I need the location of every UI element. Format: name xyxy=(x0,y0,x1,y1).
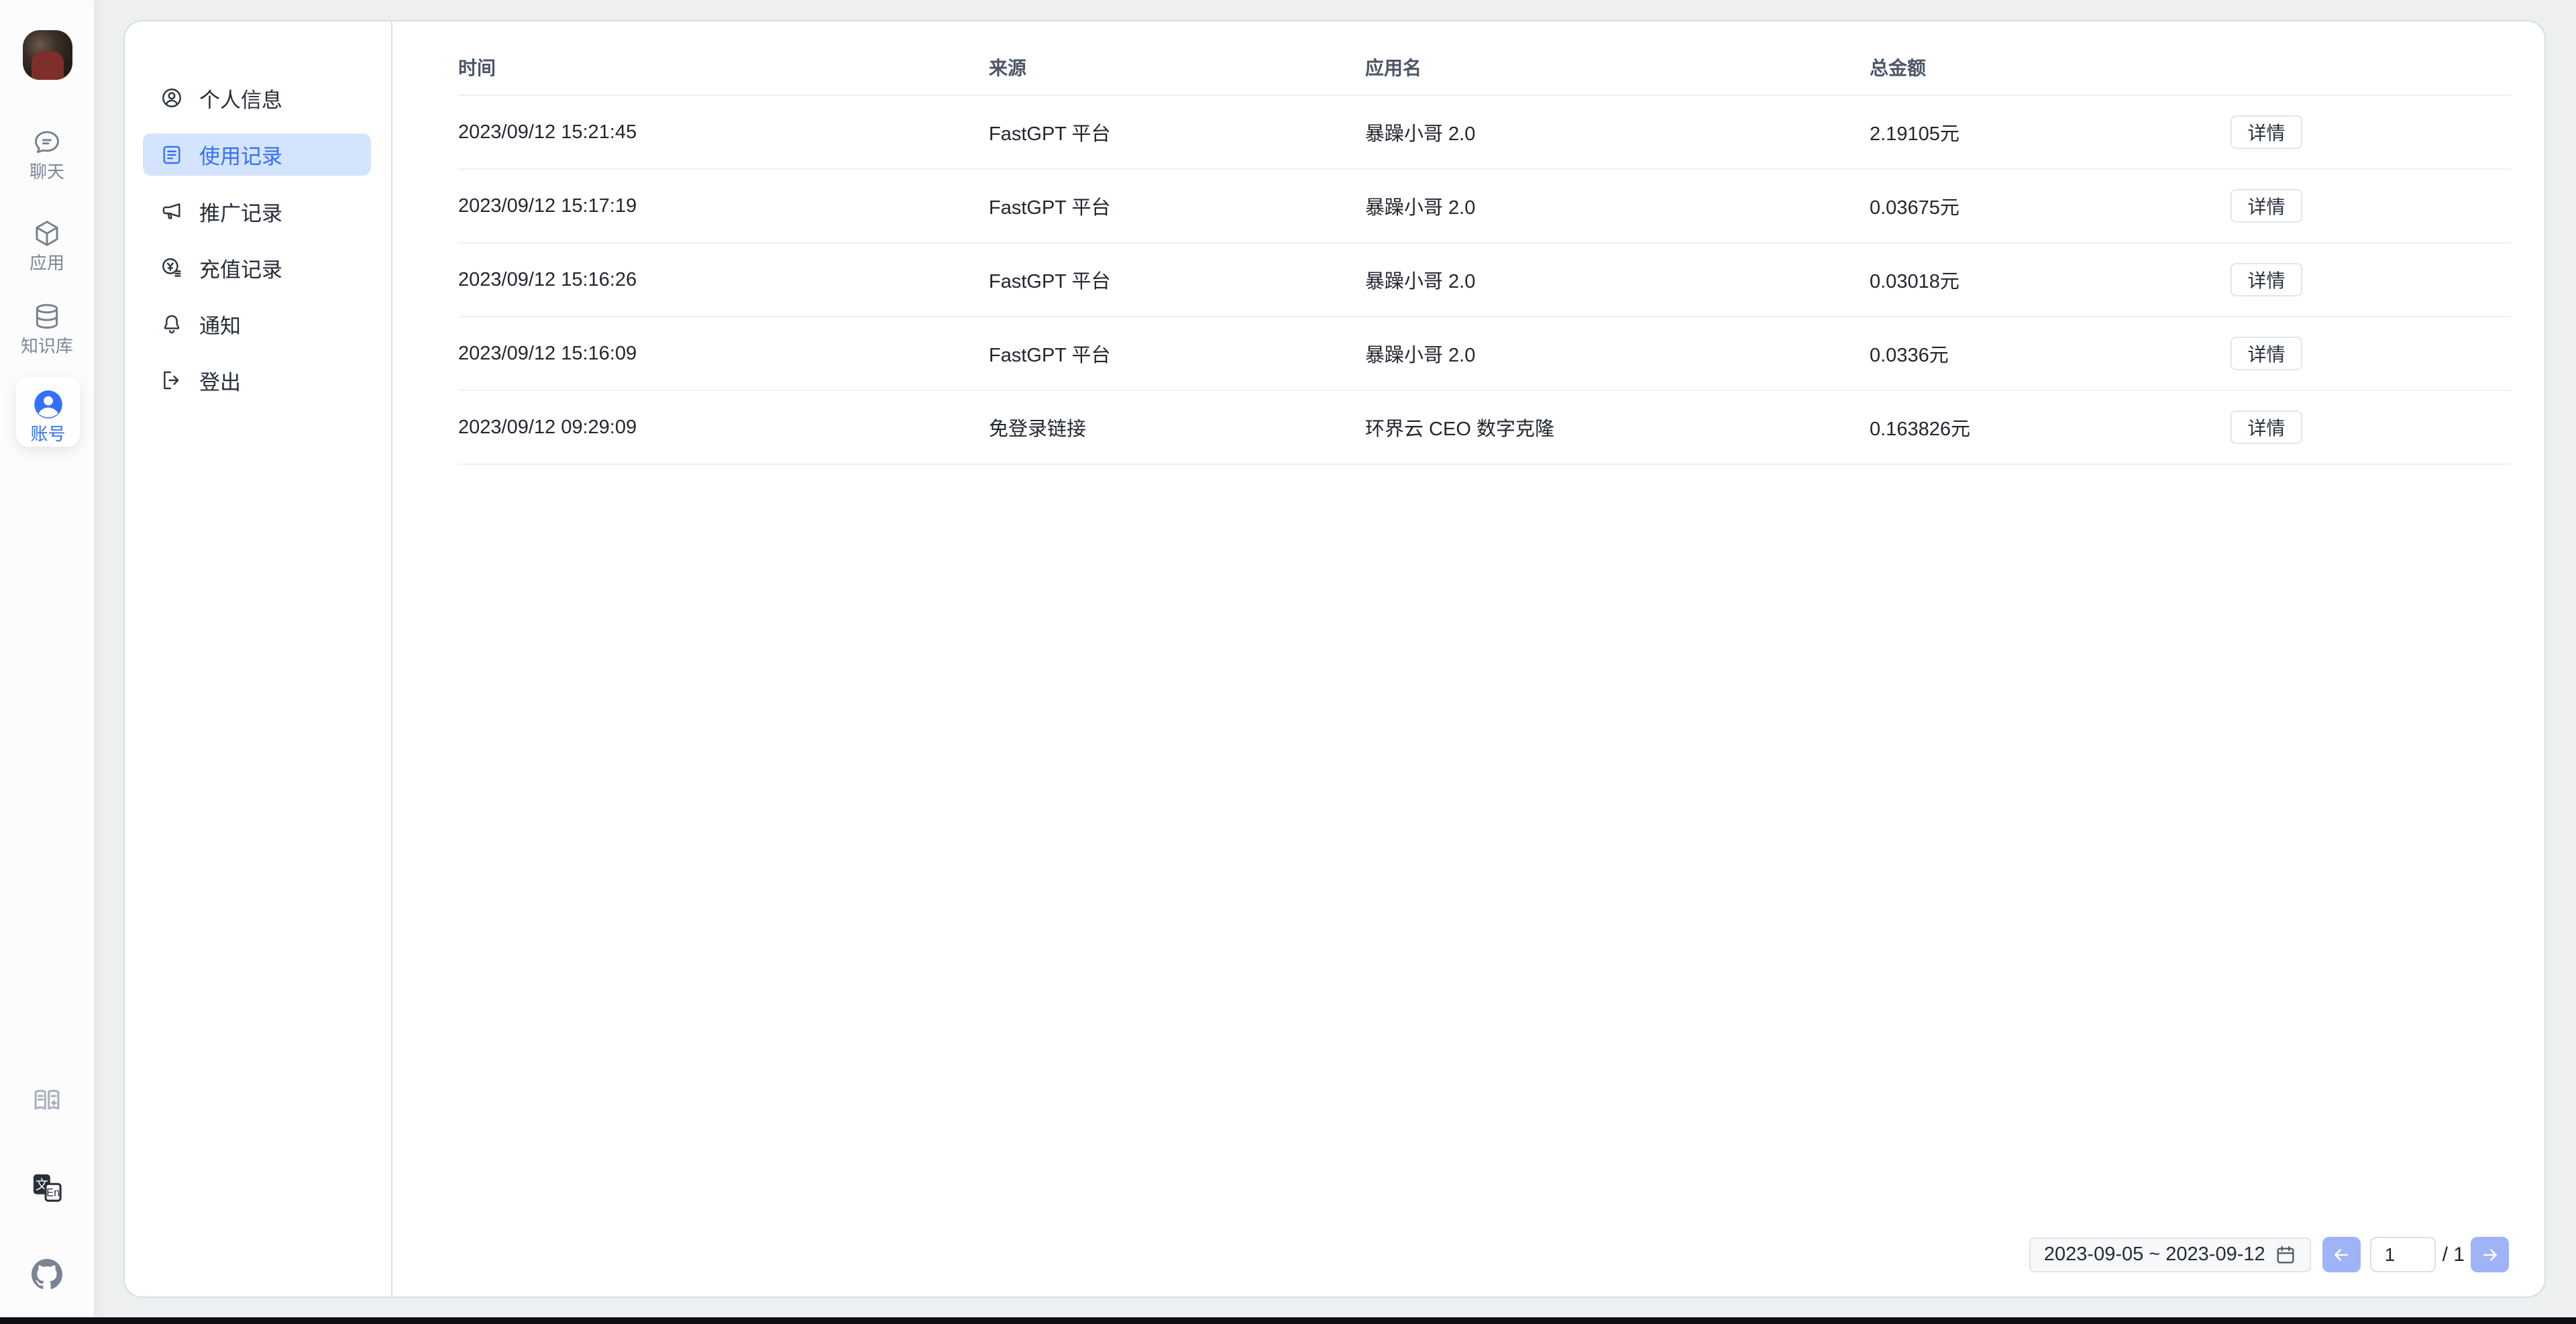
cell-amount: 0.03018元 xyxy=(1870,266,2231,294)
left-nav-rail: 聊天 应用 知识库 账号 xyxy=(0,0,94,1324)
detail-button[interactable]: 详情 xyxy=(2231,263,2302,296)
sidebar-item-logout[interactable]: 登出 xyxy=(143,360,371,401)
user-avatar[interactable] xyxy=(23,30,72,80)
usage-records-main: 时间 来源 应用名 总金额 2023/09/12 15:21:45 FastGP… xyxy=(392,21,2544,1297)
arrow-right-icon xyxy=(2480,1245,2500,1265)
nav-item-knowledge[interactable]: 知识库 xyxy=(0,302,94,355)
cell-amount: 2.19105元 xyxy=(1870,118,2231,146)
docs-icon xyxy=(32,1085,62,1116)
window-bottom-edge xyxy=(0,1317,2576,1324)
cell-time: 2023/09/12 15:17:19 xyxy=(458,195,989,217)
next-page-button[interactable] xyxy=(2471,1237,2509,1272)
logout-icon xyxy=(160,369,183,392)
docs-link[interactable] xyxy=(0,1085,94,1116)
nav-label-account: 账号 xyxy=(30,425,65,443)
account-page-card: 个人信息 使用记录 推广记录 xyxy=(123,20,2546,1298)
cell-amount: 0.0336元 xyxy=(1870,339,2231,368)
sidebar-item-label: 通知 xyxy=(199,309,241,339)
cell-time: 2023/09/12 15:21:45 xyxy=(458,121,989,144)
arrow-left-icon xyxy=(2331,1245,2351,1265)
cell-source: 免登录链接 xyxy=(989,413,1365,441)
sidebar-item-label: 个人信息 xyxy=(199,83,282,113)
cell-source: FastGPT 平台 xyxy=(989,266,1365,294)
github-link[interactable] xyxy=(0,1258,94,1290)
table-row: 2023/09/12 15:16:26 FastGPT 平台 暴躁小哥 2.0 … xyxy=(458,243,2511,317)
nav-label-knowledge: 知识库 xyxy=(21,337,73,355)
detail-button[interactable]: 详情 xyxy=(2231,115,2302,149)
sidebar-item-notifications[interactable]: 通知 xyxy=(143,303,371,345)
nav-label-chat: 聊天 xyxy=(30,163,64,180)
sidebar-item-label: 充值记录 xyxy=(199,253,282,283)
nav-item-chat[interactable]: 聊天 xyxy=(0,127,94,180)
table-header-row: 时间 来源 应用名 总金额 xyxy=(458,21,2511,96)
col-header-source: 来源 xyxy=(989,54,1365,80)
svg-text:En: En xyxy=(46,1187,60,1199)
page-total: / 1 xyxy=(2443,1244,2465,1266)
cell-source: FastGPT 平台 xyxy=(989,339,1365,368)
date-range-value: 2023-09-05 ~ 2023-09-12 xyxy=(2044,1244,2265,1266)
account-icon xyxy=(32,388,65,421)
cell-time: 2023/09/12 15:16:26 xyxy=(458,269,989,291)
sidebar-item-profile[interactable]: 个人信息 xyxy=(143,77,371,119)
recharge-icon xyxy=(160,256,183,279)
sidebar-item-usage-records[interactable]: 使用记录 xyxy=(143,133,371,176)
cell-app: 暴躁小哥 2.0 xyxy=(1365,266,1870,294)
cell-amount: 0.03675元 xyxy=(1870,192,2231,220)
sidebar-item-label: 使用记录 xyxy=(199,140,282,170)
table-row: 2023/09/12 09:29:09 免登录链接 环界云 CEO 数字克隆 0… xyxy=(458,391,2511,465)
col-header-amount: 总金额 xyxy=(1870,54,2231,80)
detail-button[interactable]: 详情 xyxy=(2231,337,2302,370)
promotion-icon xyxy=(160,200,183,223)
cell-time: 2023/09/12 09:29:09 xyxy=(458,417,989,439)
usage-records-table: 时间 来源 应用名 总金额 2023/09/12 15:21:45 FastGP… xyxy=(458,21,2511,465)
table-row: 2023/09/12 15:21:45 FastGPT 平台 暴躁小哥 2.0 … xyxy=(458,96,2511,170)
prev-page-button[interactable] xyxy=(2322,1237,2361,1272)
apps-icon xyxy=(32,219,62,248)
col-header-time: 时间 xyxy=(458,54,989,80)
cell-app: 暴躁小哥 2.0 xyxy=(1365,339,1870,368)
date-range-picker[interactable]: 2023-09-05 ~ 2023-09-12 xyxy=(2029,1237,2311,1272)
language-icon: 文 En xyxy=(32,1172,62,1203)
knowledge-icon xyxy=(32,302,62,331)
account-sidebar: 个人信息 使用记录 推广记录 xyxy=(125,21,392,1297)
bell-icon xyxy=(160,313,183,335)
cell-app: 暴躁小哥 2.0 xyxy=(1365,118,1870,146)
detail-button[interactable]: 详情 xyxy=(2231,189,2302,223)
usage-records-icon xyxy=(160,144,183,166)
cell-time: 2023/09/12 15:16:09 xyxy=(458,343,989,365)
language-switch[interactable]: 文 En xyxy=(0,1172,94,1203)
cell-source: FastGPT 平台 xyxy=(989,192,1365,220)
sidebar-item-label: 推广记录 xyxy=(199,197,282,227)
cell-amount: 0.163826元 xyxy=(1870,413,2231,441)
page-number-input[interactable] xyxy=(2370,1237,2436,1272)
col-header-app: 应用名 xyxy=(1365,54,1870,80)
sidebar-item-label: 登出 xyxy=(199,366,241,396)
chat-icon xyxy=(32,127,62,157)
cell-app: 暴躁小哥 2.0 xyxy=(1365,192,1870,220)
sidebar-item-promotion-records[interactable]: 推广记录 xyxy=(143,190,371,232)
calendar-icon xyxy=(2275,1244,2296,1266)
cell-app: 环界云 CEO 数字克隆 xyxy=(1365,413,1870,441)
sidebar-item-recharge-records[interactable]: 充值记录 xyxy=(143,247,371,288)
nav-label-apps: 应用 xyxy=(30,254,64,272)
table-footer: 2023-09-05 ~ 2023-09-12 / 1 xyxy=(2029,1237,2509,1272)
nav-item-account[interactable]: 账号 xyxy=(16,377,80,447)
user-circle-icon xyxy=(160,87,183,109)
table-row: 2023/09/12 15:17:19 FastGPT 平台 暴躁小哥 2.0 … xyxy=(458,170,2511,243)
table-row: 2023/09/12 15:16:09 FastGPT 平台 暴躁小哥 2.0 … xyxy=(458,317,2511,391)
detail-button[interactable]: 详情 xyxy=(2231,410,2302,444)
github-icon xyxy=(31,1258,63,1290)
nav-item-apps[interactable]: 应用 xyxy=(0,219,94,272)
cell-source: FastGPT 平台 xyxy=(989,118,1365,146)
